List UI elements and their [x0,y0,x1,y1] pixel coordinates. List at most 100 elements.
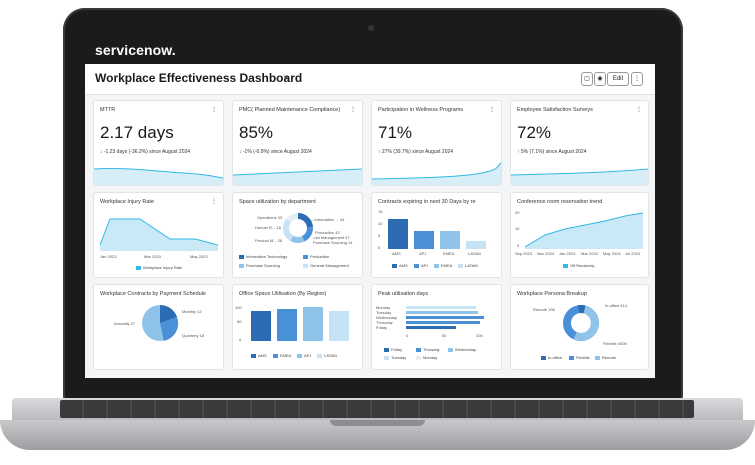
donut-label: Remote 196 [533,307,555,312]
donut-label: ...Information ... 44 [311,217,345,222]
legend-item[interactable]: EMEA [273,353,291,358]
more-icon[interactable]: ⋮ [211,198,217,205]
legend-item[interactable]: LATAM [317,353,337,358]
kpi-value: 72% [517,123,552,142]
x-tick-label: AMS [392,251,401,256]
legend-item[interactable]: Workplace Injury Rate [136,265,182,270]
legend-item[interactable]: AMS [392,263,408,268]
sparkline [372,162,501,185]
persona-breakup-card[interactable]: Workplace Persona Breakup Remote 196 In-… [510,284,649,370]
kpi-card-pmc[interactable]: PMC( Planned Maintenance Compliance) ⋮ 8… [232,100,363,186]
laptop-frame: servicenow. Workplace Effectiveness Dash… [0,0,755,465]
bar-ams[interactable] [251,311,271,341]
servicenow-logo[interactable]: servicenow. [95,42,176,58]
bar-ams[interactable] [388,219,408,249]
legend-item[interactable]: In-office [541,355,562,360]
card-title: Peak utilisation days [378,291,429,297]
donut-label: In-office 414 [605,303,627,308]
copy-icon[interactable]: ▢ [581,72,593,86]
card-title: Workplace Persona Breakup [517,291,587,297]
y-tick-label: 0 [517,243,520,248]
bar-emea[interactable] [440,231,460,249]
x-tick-label: May 2024 [603,251,621,256]
card-title: Workplace Injury Rate [100,199,155,205]
space-utilization-card[interactable]: Space utilization by department Operatio… [232,192,363,278]
x-tick-label: Sep 2023 [515,251,533,256]
bar-emea[interactable] [277,309,297,341]
kpi-title: Participation in Wellness Programs [378,107,464,113]
y-tick-label: 10 [515,226,520,231]
payment-pie-chart [142,304,179,341]
x-tick-label: 100 [476,333,483,338]
legend-item[interactable]: General Management [303,263,349,268]
legend-item[interactable]: LATAM [458,263,478,268]
kpi-card-satisfaction[interactable]: Employee Satisfaction Surveys ⋮ 72% ↑ 5%… [510,100,649,186]
y-tick-label: 10 [378,221,383,226]
camera-dot [368,25,374,31]
pie-label: Annually 27 [114,321,135,326]
trackpad-notch [330,420,425,426]
more-icon[interactable]: ⋮ [636,106,642,113]
legend-item[interactable]: Off Randomly [563,263,594,268]
kpi-delta: ↑ 5% (7.1%) since August 2024 [517,149,587,155]
sparkline [233,168,362,185]
bar-latam[interactable] [329,311,349,341]
page-title: Workplace Effectiveness Dashboard [95,71,303,85]
legend-item[interactable]: Wednesday [448,347,476,352]
kpi-card-mttr[interactable]: MTTR ⋮ 2.17 days ↓ -1.23 days (-36.2%) s… [93,100,224,186]
y-tick-label: 20 [515,210,520,215]
bar-monday[interactable] [406,306,476,309]
share-icon[interactable]: ◉ [594,72,606,86]
legend-item[interactable]: APJ [297,353,311,358]
kpi-value: 71% [378,123,413,142]
kpi-title: PMC( Planned Maintenance Compliance) [239,107,341,113]
bar-latam[interactable] [466,241,486,249]
x-tick-label: 50 [442,333,447,338]
edit-button[interactable]: Edit [607,72,629,86]
more-icon[interactable]: ⋮ [350,106,356,113]
more-icon[interactable]: ⋮ [211,106,217,113]
peak-utilisation-card[interactable]: Peak utilisation days Monday Tuesday Wed… [371,284,502,370]
legend-item[interactable]: APJ [414,263,428,268]
legend-item[interactable]: Remote [595,355,616,360]
more-options-button[interactable]: ⋮ [631,72,643,86]
x-tick-label: Mar 2024 [581,251,598,256]
bar-wednesday[interactable] [406,316,484,319]
bar-apj[interactable] [303,307,323,341]
conference-room-card[interactable]: Conference room reservation trend 0 10 2… [510,192,649,278]
bar-apj[interactable] [414,231,434,249]
legend-item[interactable]: Tuesday [384,355,406,360]
chevron-down-icon[interactable]: ▾ [284,73,288,82]
card-title: Conference room reservation trend [517,199,603,205]
x-tick-label: APJ [419,251,427,256]
kpi-title: MTTR [100,107,116,113]
legend-item[interactable]: AMS [251,353,267,358]
legend-item[interactable]: Friday [384,347,402,352]
legend-item[interactable]: EMEA [434,263,452,268]
card-title: Contracts expiring in next 30 Days by re [378,199,476,205]
top-navigation-bar: servicenow. [85,36,655,64]
kpi-delta: ↓ -1.23 days (-36.2%) since August 2024 [100,149,191,155]
card-title: Space utilization by department [239,199,316,205]
payment-schedule-card[interactable]: Workplace Contracts by Payment Schedule … [93,284,224,370]
more-icon[interactable]: ⋮ [489,106,495,113]
contracts-expiring-card[interactable]: Contracts expiring in next 30 Days by re… [371,192,502,278]
legend-item[interactable]: Information Technology [239,254,287,259]
bar-thursday[interactable] [406,321,480,324]
y-tick-label: 100 [235,305,242,310]
legend-item[interactable]: Purchase Sourcing [239,263,280,268]
donut-label: Operations 33 [257,215,283,220]
office-space-card[interactable]: Office Space Utilisation (By Region) 0 5… [232,284,363,370]
sparkline [94,167,223,185]
donut-label: Human R... 18 [255,225,281,230]
legend-item[interactable]: Thursday [416,347,440,352]
legend-item[interactable]: Production [303,254,329,259]
legend-item[interactable]: Flexible [569,355,590,360]
injury-rate-card[interactable]: Workplace Injury Rate ⋮ Jan 2023 Mar 202… [93,192,224,278]
bar-tuesday[interactable] [406,311,478,314]
kpi-value: 2.17 days [100,123,174,142]
legend-item[interactable]: Monday [416,355,437,360]
kpi-card-wellness[interactable]: Participation in Wellness Programs ⋮ 71%… [371,100,502,186]
bar-friday[interactable] [406,326,456,329]
x-tick-label: 0 [406,333,409,338]
